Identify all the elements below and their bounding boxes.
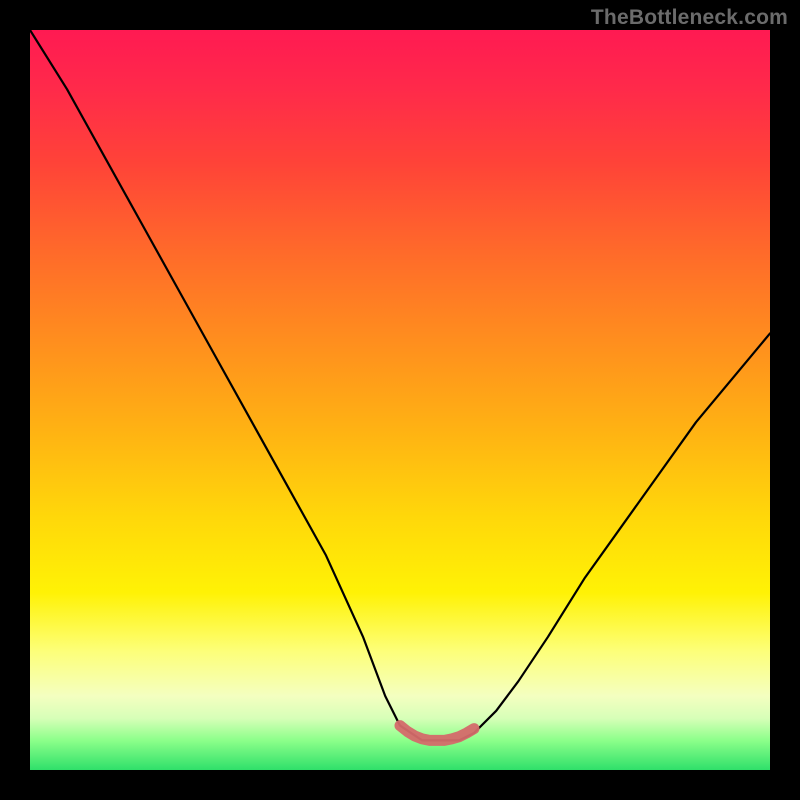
chart-frame: TheBottleneck.com xyxy=(0,0,800,800)
plot-area xyxy=(30,30,770,770)
bottleneck-curve xyxy=(30,30,770,740)
optimal-highlight xyxy=(400,726,474,741)
curve-svg-layer xyxy=(30,30,770,770)
watermark-text: TheBottleneck.com xyxy=(591,6,788,30)
